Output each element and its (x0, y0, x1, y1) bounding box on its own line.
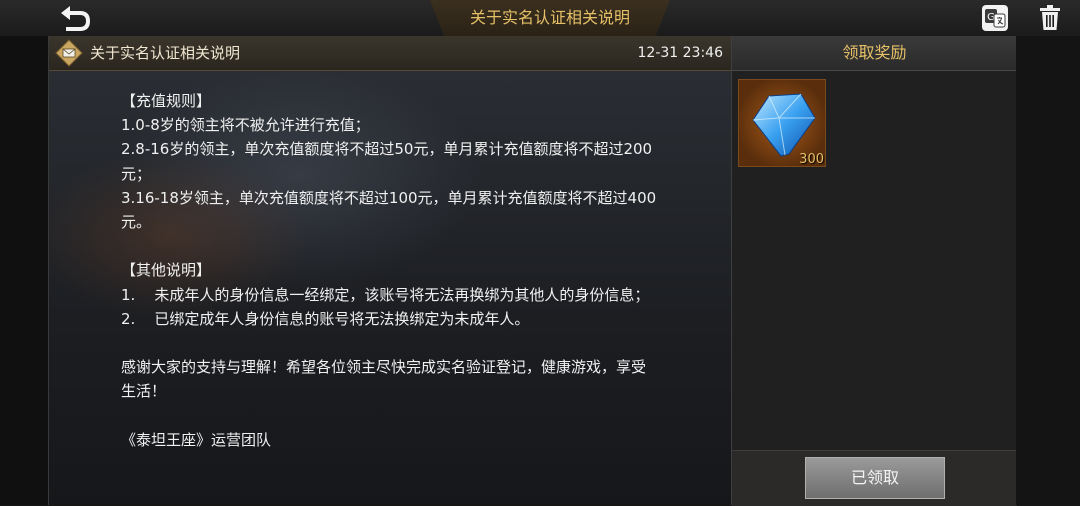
body-line: 【充值规则】 (121, 92, 212, 110)
reward-quantity: 300 (799, 152, 824, 167)
mail-header: 关于实名认证相关说明 12-31 23:46 (49, 36, 731, 71)
body-line: 元； (121, 164, 152, 183)
body-line (121, 403, 721, 427)
body-line: 元。 (121, 212, 152, 231)
reward-header: 领取奖励 (732, 36, 1017, 71)
mail-icon (55, 39, 83, 67)
body-line: 1.0-8岁的领主将不被允许进行充值； (121, 116, 370, 135)
translate-icon: G (985, 9, 1006, 28)
body-line: 2. 已绑定成年人身份信息的账号将无法换绑定为未成年人。 (121, 309, 530, 328)
claimed-button[interactable]: 已领取 (805, 457, 945, 499)
right-edge-strip (1016, 36, 1080, 505)
translate-button[interactable]: G (982, 5, 1008, 31)
trash-icon (1040, 5, 1060, 30)
reward-panel: 领取奖励 300 已领取 (731, 36, 1017, 506)
back-arrow-icon (61, 6, 90, 31)
body-line: 【其他说明】 (121, 261, 212, 280)
mail-body: 【充值规则】 1.0-8岁的领主将不被允许进行充值； 2.8-16岁的领主，单次… (121, 89, 721, 452)
mail-timestamp: 12-31 23:46 (637, 45, 723, 61)
mail-panel: 关于实名认证相关说明 12-31 23:46 【充值规则】 1.0-8岁的领主将… (48, 36, 731, 505)
top-bar: 关于实名认证相关说明 G (0, 0, 1080, 37)
left-edge-strip (0, 36, 48, 505)
body-line (121, 331, 721, 355)
body-line: 生活！ (121, 382, 167, 401)
reward-item-diamond[interactable]: 300 (738, 79, 826, 167)
body-line (121, 234, 721, 258)
body-line: 3.16-18岁领主，单次充值额度将不超过100元，单月累计充值额度将不超过40… (121, 188, 657, 207)
body-line: 2.8-16岁的领主，单次充值额度将不超过50元，单月累计充值额度将不超过200 (121, 140, 653, 159)
back-button[interactable] (55, 2, 95, 34)
page-title: 关于实名认证相关说明 (469, 8, 630, 27)
reward-footer: 已领取 (732, 450, 1017, 506)
body-line: 感谢大家的支持与理解！希望各位领主尽快完成实名验证登记，健康游戏，享受 (121, 358, 647, 377)
delete-button[interactable] (1036, 3, 1064, 33)
body-line: 1. 未成年人的身份信息一经绑定，该账号将无法再换绑为其他人的身份信息； (121, 285, 650, 304)
mail-subject: 关于实名认证相关说明 (90, 44, 241, 62)
body-line: 《泰坦王座》运营团队 (121, 430, 272, 449)
